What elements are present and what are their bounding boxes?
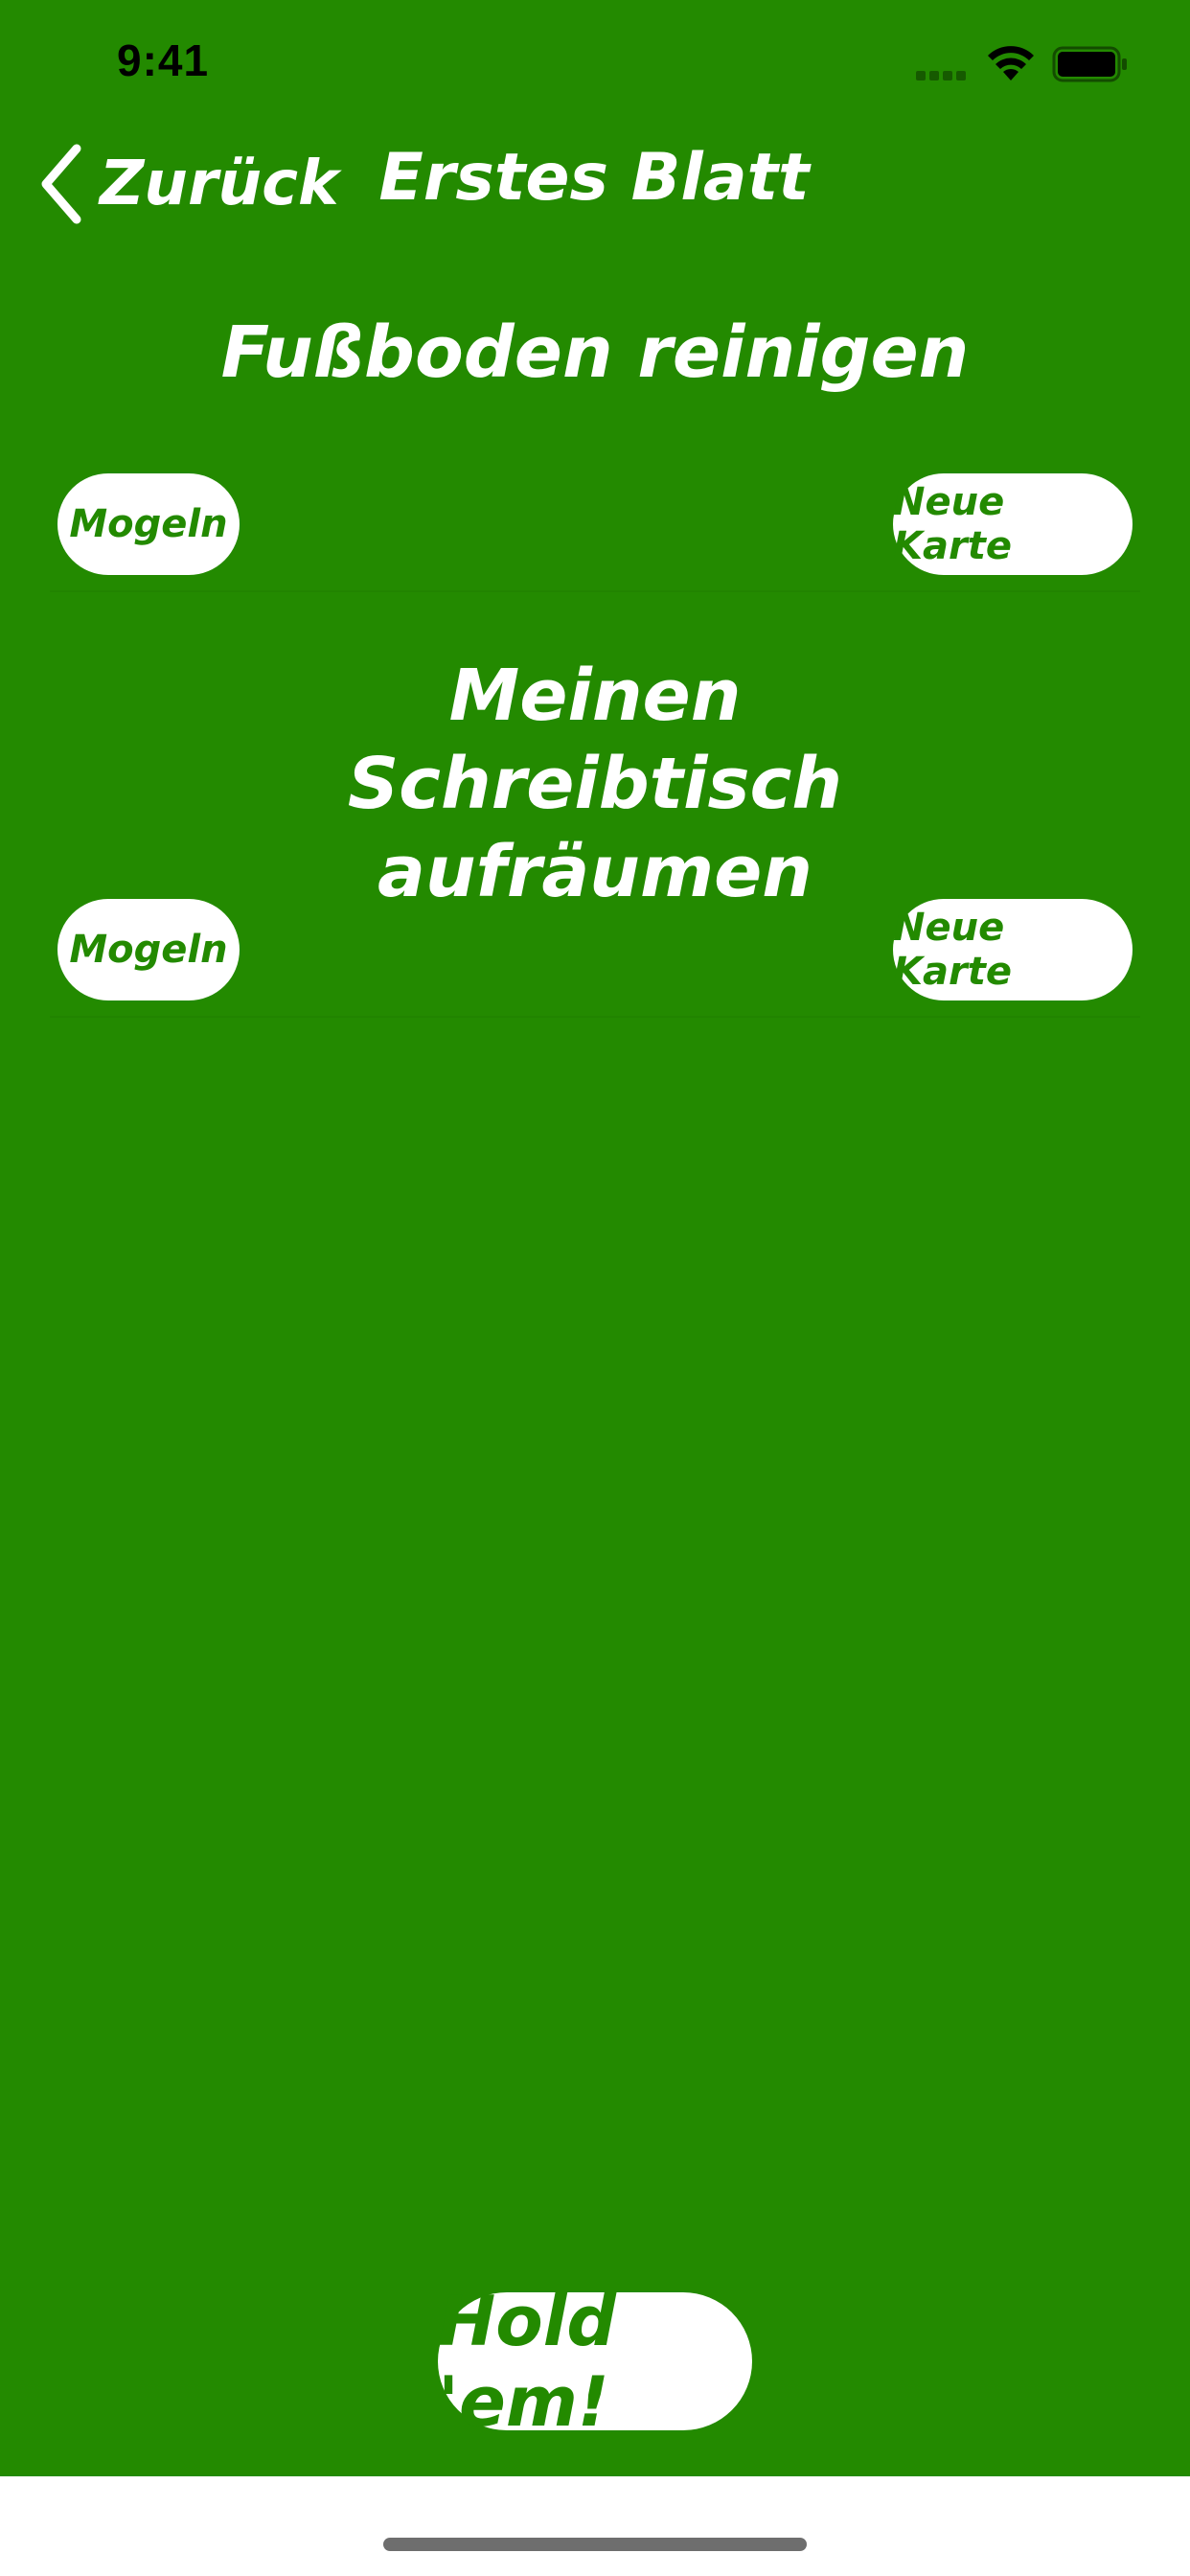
nav-title: Erstes Blatt [378,140,810,216]
divider [50,590,1140,592]
task-card: Fußboden reinigen Mogeln Neue Karte [50,309,1140,594]
cellular-signal-icon [916,71,970,80]
divider [50,1016,1140,1018]
cheat-button[interactable]: Mogeln [57,473,240,575]
task-title: Fußboden reinigen [220,311,970,394]
screen: 9:41 Zurück Erstes Blatt Fußboden reinig… [0,0,1190,2576]
task-title: Meinen Schreibtisch aufräumen [347,655,843,913]
status-time: 9:41 [117,35,210,85]
task-card: Meinen Schreibtisch aufräumen Mogeln Neu… [50,652,1140,1022]
wifi-icon [988,46,1034,80]
status-bar: 9:41 [0,0,1190,126]
back-label: Zurück [100,149,339,219]
battery-icon [1052,46,1127,82]
cheat-button[interactable]: Mogeln [57,899,240,1000]
back-button[interactable]: Zurück [34,136,339,232]
home-indicator[interactable] [383,2538,807,2551]
new-card-button[interactable]: Neue Karte [893,473,1133,575]
new-card-button[interactable]: Neue Karte [893,899,1133,1000]
chevron-left-icon [41,144,81,224]
hold-em-button[interactable]: Hold 'em! [438,2281,752,2442]
home-indicator-area [0,2476,1190,2576]
